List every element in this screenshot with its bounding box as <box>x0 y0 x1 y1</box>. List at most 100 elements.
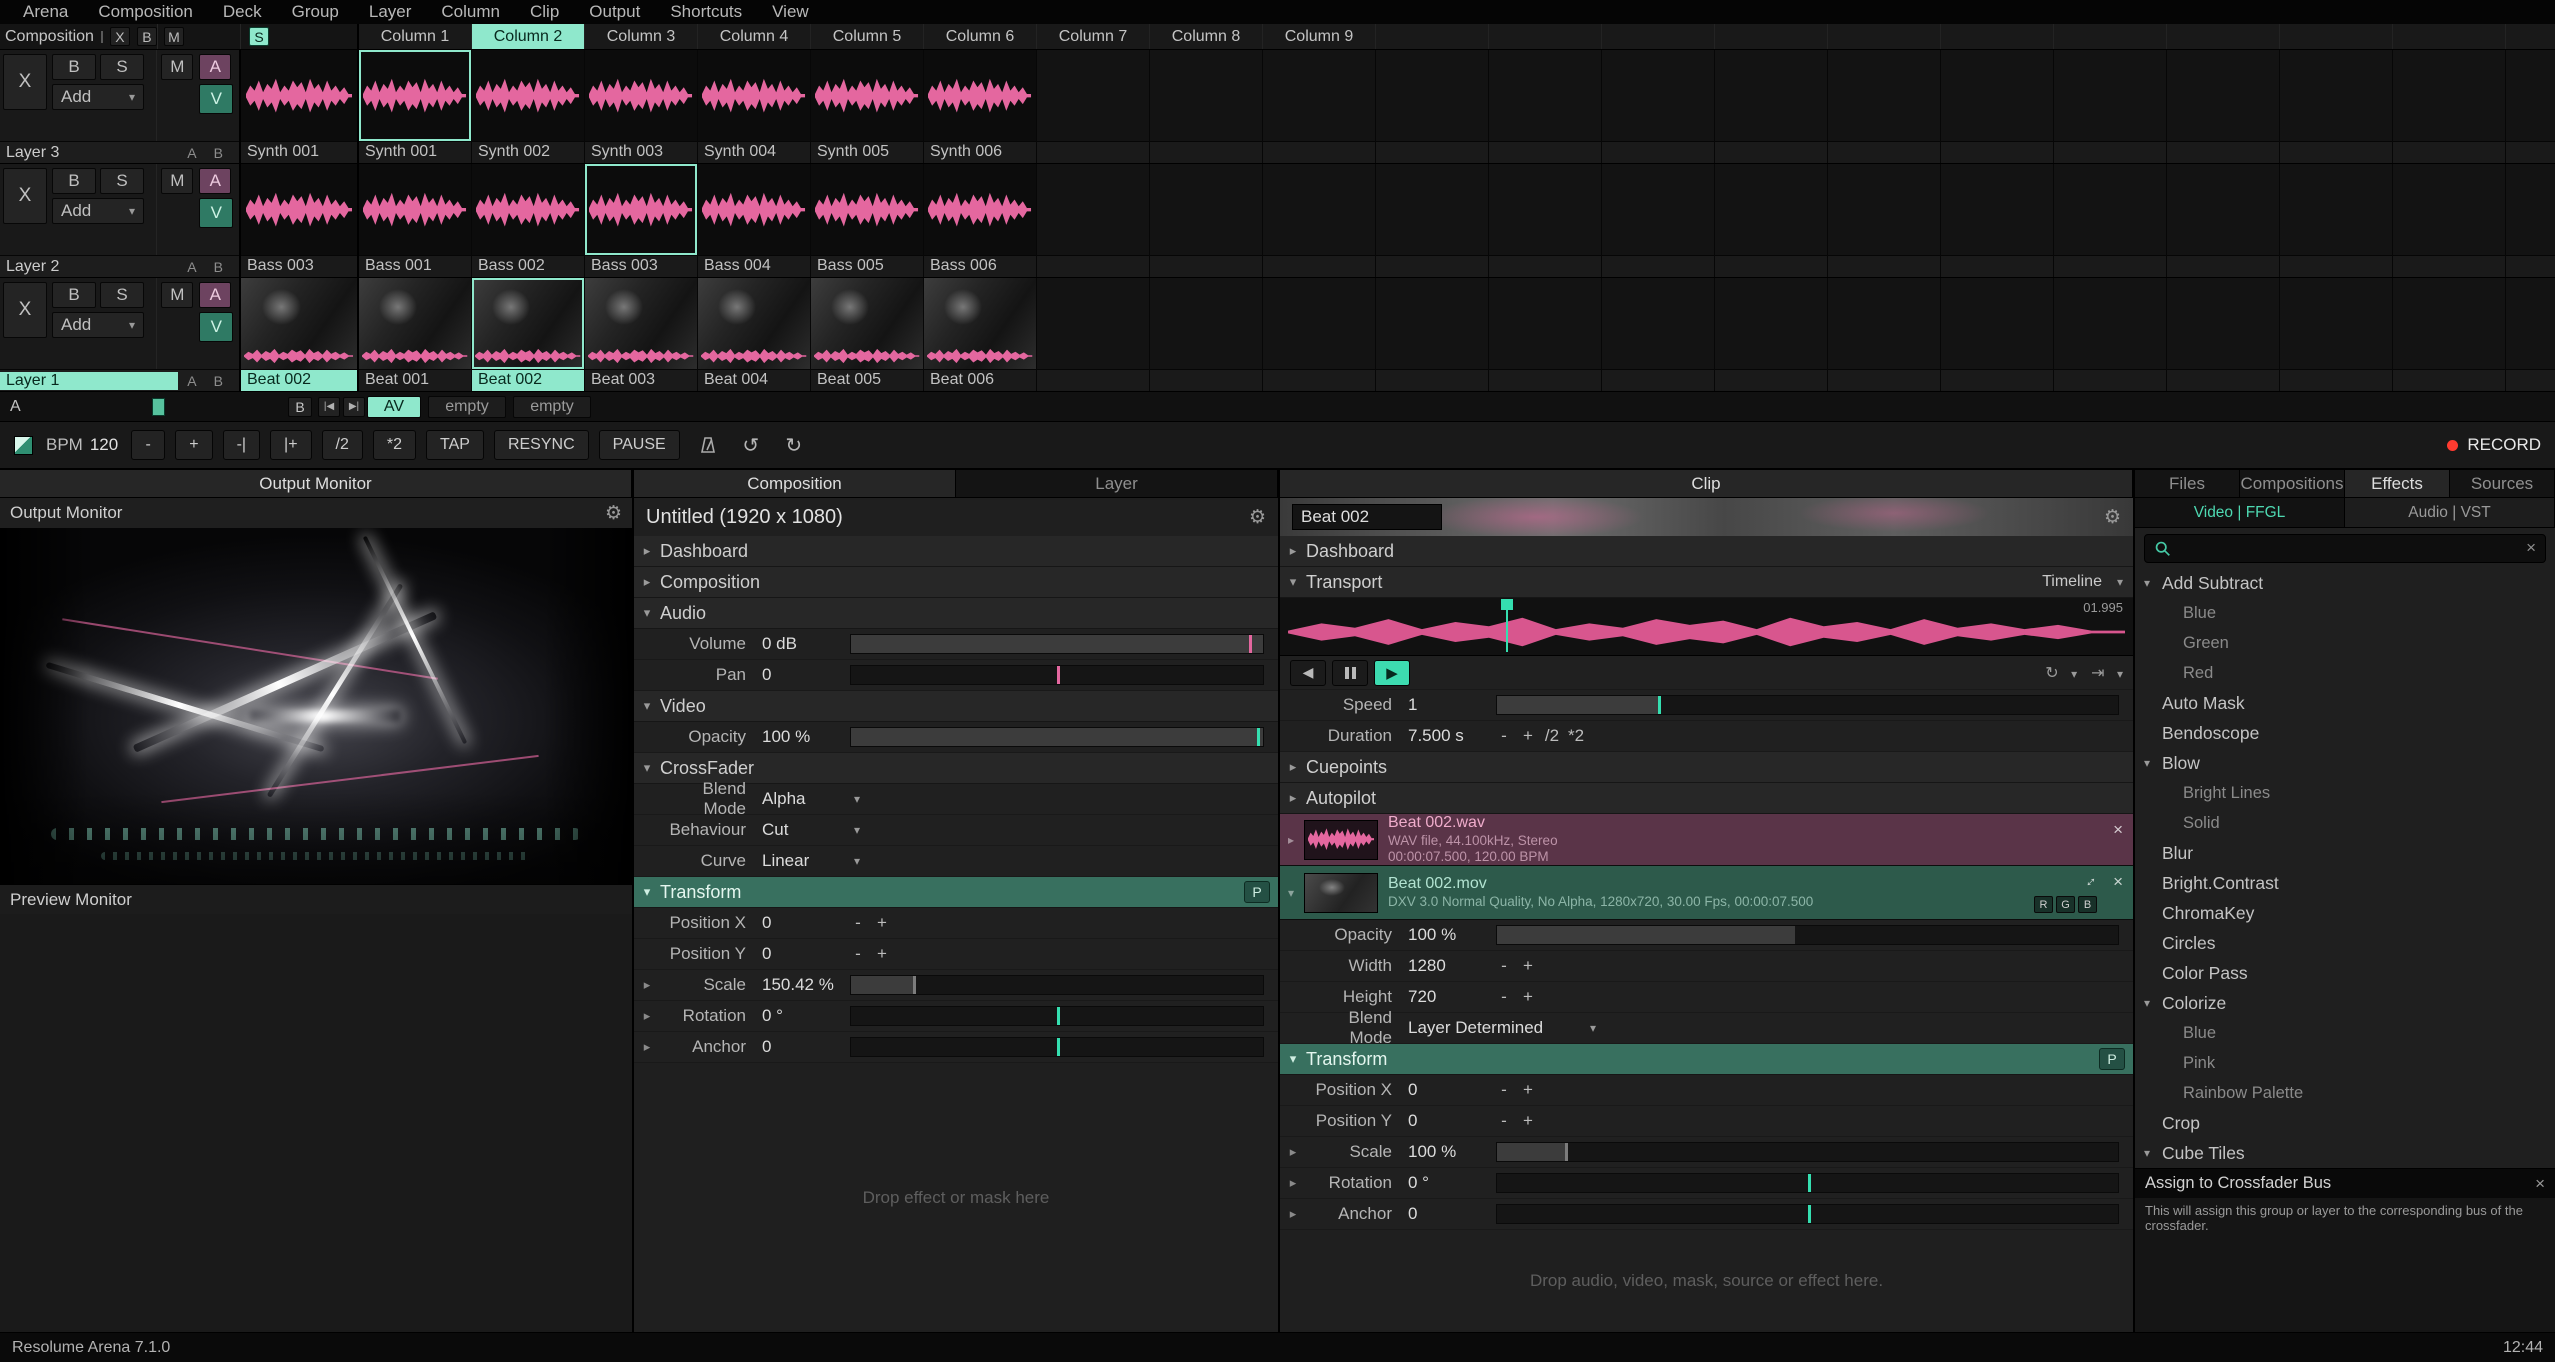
clip-slot-empty[interactable] <box>2393 278 2506 391</box>
clip-beat-003[interactable]: Beat 003 <box>585 278 698 391</box>
column-header-18[interactable] <box>2280 24 2393 49</box>
clip-slot-empty[interactable] <box>1376 164 1489 277</box>
column-header-17[interactable] <box>2167 24 2280 49</box>
solo-layer-button[interactable]: S <box>100 168 144 194</box>
minus-stepper[interactable]: - <box>1492 986 1516 1008</box>
menu-shortcuts[interactable]: Shortcuts <box>655 2 757 22</box>
clip-slot-empty[interactable] <box>2506 164 2555 277</box>
clip-slot-empty[interactable] <box>1263 50 1376 163</box>
effect-cube-tiles[interactable]: ▾Cube Tiles <box>2135 1138 2555 1168</box>
layer-video-button[interactable]: V <box>199 198 233 228</box>
clip-slot-empty[interactable] <box>2167 50 2280 163</box>
clip-synth-005[interactable]: Synth 005 <box>811 50 924 163</box>
column-header-15[interactable] <box>1941 24 2054 49</box>
clip-slot-empty[interactable] <box>1263 164 1376 277</box>
effect-add-subtract[interactable]: ▾Add Subtract <box>2135 568 2555 598</box>
next-deck-button[interactable]: ▶| <box>343 397 365 417</box>
clip-bass-001[interactable]: Bass 001 <box>359 164 472 277</box>
crossfader-bus-b-button[interactable]: B <box>288 397 312 417</box>
minus-stepper[interactable]: - <box>1492 1079 1516 1101</box>
clip-beat-004[interactable]: Beat 004 <box>698 278 811 391</box>
layer-master-button[interactable]: M <box>161 168 193 194</box>
playhead-handle[interactable] <box>1501 599 1513 610</box>
playhead[interactable] <box>1506 602 1508 652</box>
column-header-20[interactable] <box>2506 24 2555 49</box>
clip-bass-005[interactable]: Bass 005 <box>811 164 924 277</box>
effect-chromakey[interactable]: ChromaKey <box>2135 898 2555 928</box>
clip-slot-empty[interactable] <box>1376 278 1489 391</box>
column-header-9[interactable]: Column 9 <box>1263 24 1376 49</box>
bypass-layer-button[interactable]: B <box>52 54 96 80</box>
composition-clear-button[interactable]: X <box>110 27 130 46</box>
clip-bass-003[interactable]: Bass 003 <box>241 164 359 277</box>
clip-bass-004[interactable]: Bass 004 <box>698 164 811 277</box>
section-transform[interactable]: ▾Transform P <box>634 877 1278 908</box>
bpm-value[interactable]: 120 <box>90 435 118 455</box>
blend-mode-dropdown[interactable]: Layer Determined <box>1392 1018 1582 1038</box>
layer-name-label[interactable]: Layer 3 <box>0 144 178 162</box>
clip-slot-empty[interactable] <box>1828 164 1941 277</box>
column-header-10[interactable] <box>1376 24 1489 49</box>
undo-button[interactable]: ↺ <box>736 431 766 459</box>
preview-monitor-label[interactable]: Preview Monitor <box>10 890 132 910</box>
opacity-slider[interactable] <box>1496 925 2119 945</box>
column-header-16[interactable] <box>2054 24 2167 49</box>
speed-slider[interactable] <box>1496 695 2119 715</box>
scale-slider[interactable] <box>1496 1142 2119 1162</box>
volume-slider[interactable] <box>850 634 1264 654</box>
duration-half[interactable]: /2 <box>1540 725 1564 747</box>
section-audio[interactable]: ▾Audio <box>634 598 1278 629</box>
section-autopilot[interactable]: ▸Autopilot <box>1280 783 2133 814</box>
section-transport[interactable]: ▾Transport Timeline▾ <box>1280 567 2133 598</box>
section-cuepoints[interactable]: ▸Cuepoints <box>1280 752 2133 783</box>
effect-bendoscope[interactable]: Bendoscope <box>2135 718 2555 748</box>
clip-synth-004[interactable]: Synth 004 <box>698 50 811 163</box>
column-header-7[interactable]: Column 7 <box>1037 24 1150 49</box>
clip-slot-empty[interactable] <box>1489 164 1602 277</box>
clip-slot-empty[interactable] <box>2167 278 2280 391</box>
duration-double[interactable]: *2 <box>1564 725 1588 747</box>
layer-name-label[interactable]: Layer 2 <box>0 258 178 276</box>
clip-slot-empty[interactable] <box>1602 278 1715 391</box>
expand-arrow-icon[interactable]: ▸ <box>1288 833 1304 847</box>
clip-beat-005[interactable]: Beat 005 <box>811 278 924 391</box>
scale-slider[interactable] <box>850 975 1264 995</box>
record-button[interactable]: RECORD <box>2447 435 2541 455</box>
column-header-3[interactable]: Column 3 <box>585 24 698 49</box>
clip-slot-empty[interactable] <box>1828 278 1941 391</box>
plus-stepper[interactable]: + <box>870 912 894 934</box>
transport-mode-dropdown[interactable]: Timeline▾ <box>2042 573 2123 591</box>
preset-bright-lines[interactable]: Bright Lines <box>2135 778 2555 808</box>
solo-layer-button[interactable]: S <box>100 54 144 80</box>
layer-audio-button[interactable]: A <box>199 282 231 308</box>
rotation-slider[interactable] <box>1496 1173 2119 1193</box>
crossfader-assign-tags[interactable]: A B <box>178 145 239 161</box>
play-button[interactable]: ▶ <box>1374 660 1410 686</box>
clip-bass-006[interactable]: Bass 006 <box>924 164 1037 277</box>
play-direction-button[interactable]: ⇥ ▾ <box>2091 663 2123 683</box>
preset-rainbow-palette[interactable]: Rainbow Palette <box>2135 1078 2555 1108</box>
column-header-5[interactable]: Column 5 <box>811 24 924 49</box>
effect-blow[interactable]: ▾Blow <box>2135 748 2555 778</box>
transport-button-2[interactable]: + <box>175 430 212 460</box>
layer-audio-button[interactable]: A <box>199 54 231 80</box>
clip-beat-001[interactable]: Beat 001 <box>359 278 472 391</box>
clip-beat-002[interactable]: Beat 002 <box>241 278 359 391</box>
tab-files[interactable]: Files <box>2135 470 2240 497</box>
add-clip-button[interactable]: Add▾ <box>52 312 144 338</box>
clip-slot-empty[interactable] <box>1602 164 1715 277</box>
tab-sources[interactable]: Sources <box>2450 470 2555 497</box>
add-clip-button[interactable]: Add▾ <box>52 84 144 110</box>
effect-auto-mask[interactable]: Auto Mask <box>2135 688 2555 718</box>
crossfader-assign-tags[interactable]: A B <box>178 373 239 389</box>
bypass-layer-button[interactable]: B <box>52 282 96 308</box>
effect-circles[interactable]: Circles <box>2135 928 2555 958</box>
tab-compositions[interactable]: Compositions <box>2240 470 2345 497</box>
column-header-14[interactable] <box>1828 24 1941 49</box>
crossfader-assign-tags[interactable]: A B <box>178 259 239 275</box>
subtab-video-ffgl[interactable]: Video | FFGL <box>2135 498 2345 527</box>
column-header-4[interactable]: Column 4 <box>698 24 811 49</box>
clip-slot-empty[interactable] <box>2167 164 2280 277</box>
rotation-slider[interactable] <box>850 1006 1264 1026</box>
plus-stepper[interactable]: + <box>1516 1079 1540 1101</box>
